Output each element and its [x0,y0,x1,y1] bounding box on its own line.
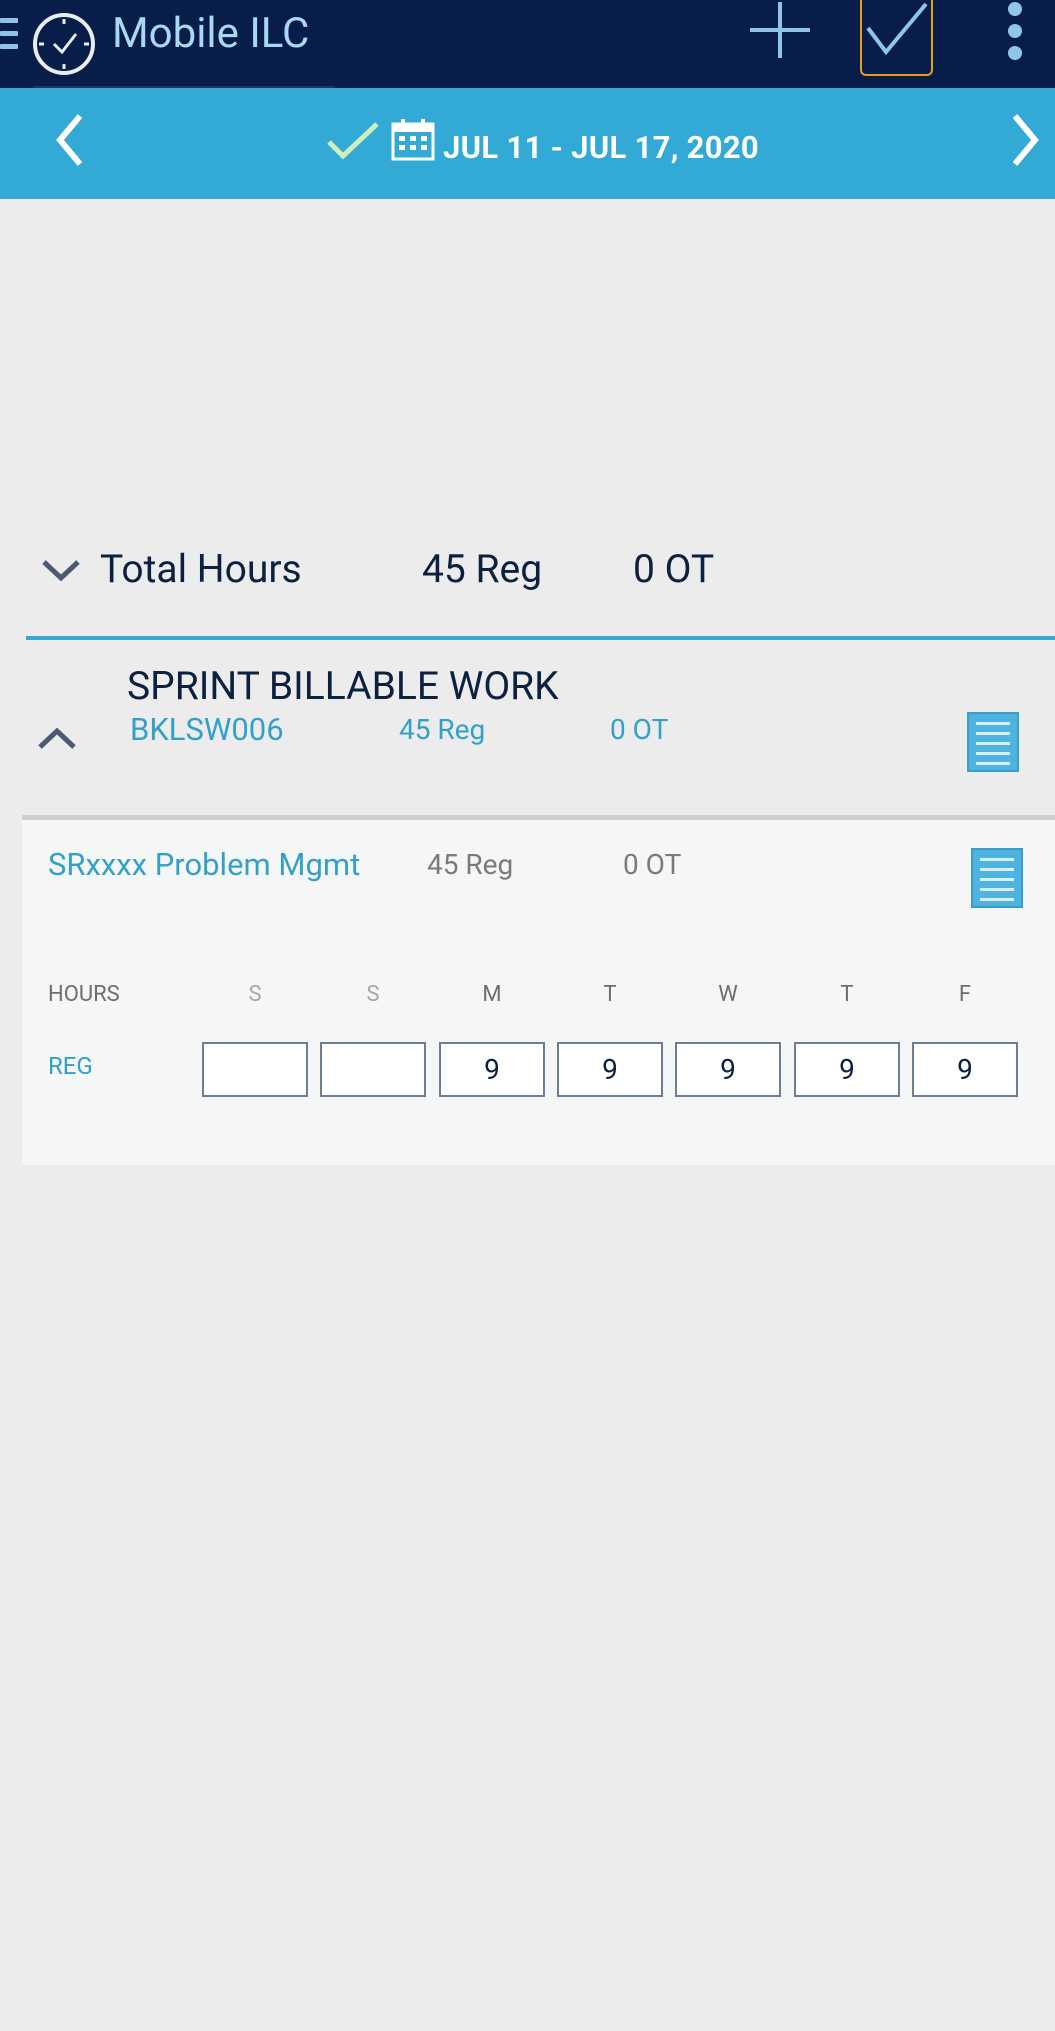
task-reg-hours: 45 Reg [427,848,514,881]
menu-icon[interactable] [0,18,20,58]
hours-header-label: HOURS [48,982,120,1007]
calendar-icon[interactable] [390,118,436,162]
hours-input-mon[interactable]: 9 [439,1042,545,1097]
day-header-thu: T [840,982,854,1007]
chevron-right-icon[interactable] [1005,110,1045,170]
day-header-sat: S [248,982,262,1007]
day-header-fri: F [958,982,972,1007]
add-icon[interactable] [744,0,816,62]
hours-input-fri[interactable]: 9 [912,1042,1018,1097]
check-icon [866,2,928,56]
app-title: Mobile ILC [112,9,310,58]
hours-input-thu[interactable]: 9 [794,1042,900,1097]
day-header-sun: S [366,982,380,1007]
day-header-mon: M [482,982,502,1007]
chevron-left-icon[interactable] [50,110,90,170]
week-range-label[interactable]: JUL 11 - JUL 17, 2020 [443,128,759,168]
task-ot-hours: 0 OT [623,848,682,881]
hours-input-sat[interactable] [202,1042,308,1097]
project-reg-hours: 45 Reg [399,713,486,746]
app-bar: Mobile ILC [0,0,1055,88]
approved-check-icon [327,122,379,160]
clock-icon [33,13,95,75]
day-header-tue: T [603,982,617,1007]
more-icon[interactable] [1000,0,1030,70]
total-reg-hours: 45 Reg [422,546,543,592]
hours-input-tue[interactable]: 9 [557,1042,663,1097]
hours-input-sun[interactable] [320,1042,426,1097]
hours-input-wed[interactable]: 9 [675,1042,781,1097]
week-selector: JUL 11 - JUL 17, 2020 [0,88,1055,199]
project-name: SPRINT BILLABLE WORK [127,663,559,709]
project-ot-hours: 0 OT [610,713,669,746]
notes-icon[interactable] [971,848,1023,908]
task-card: SRxxxx Problem Mgmt 45 Reg 0 OT HOURS RE… [22,820,1055,1165]
reg-row-label: REG [48,1052,93,1080]
task-name[interactable]: SRxxxx Problem Mgmt [48,844,360,886]
chevron-down-icon[interactable] [40,556,82,584]
submit-button[interactable] [860,0,933,76]
chevron-up-icon[interactable] [36,725,78,753]
project-code: BKLSW006 [130,711,284,748]
total-hours-row[interactable]: Total Hours 45 Reg 0 OT [0,540,1055,600]
total-ot-hours: 0 OT [633,546,715,592]
total-hours-label: Total Hours [100,546,302,592]
project-header[interactable]: SPRINT BILLABLE WORK BKLSW006 45 Reg 0 O… [22,640,1055,815]
notes-icon[interactable] [967,712,1019,772]
day-header-wed: W [718,982,738,1007]
